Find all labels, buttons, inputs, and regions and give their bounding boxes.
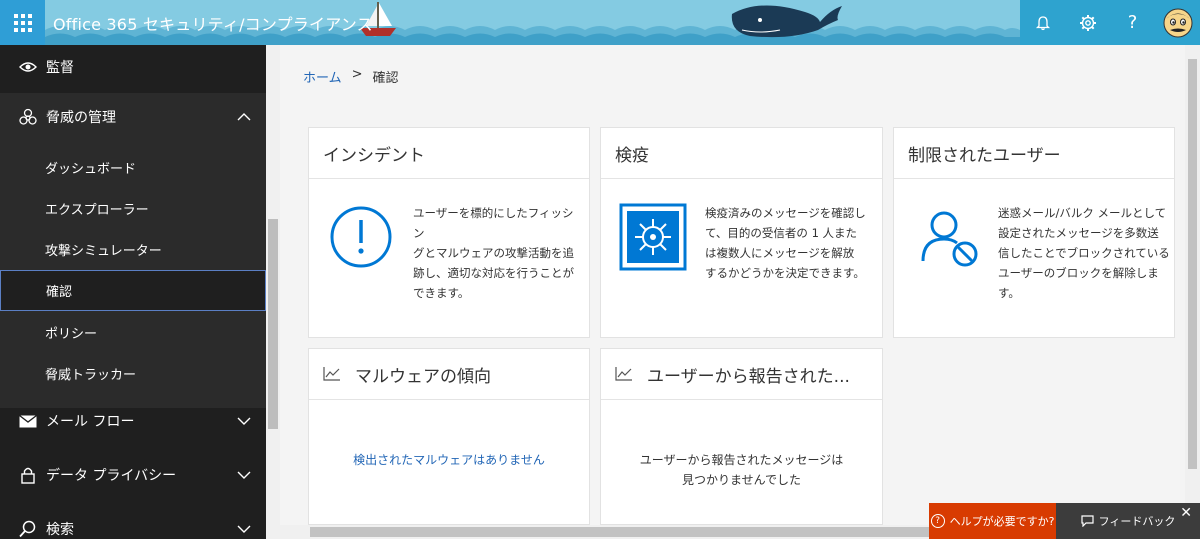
alert-circle-icon bbox=[330, 206, 392, 268]
chevron-up-icon bbox=[237, 113, 251, 121]
left-nav: 監督 脅威の管理 ダッシュボード エクスプローラー 攻撃シミュレーター 確認 ポ… bbox=[0, 45, 266, 539]
question-icon: ? bbox=[1127, 12, 1138, 33]
nav-item-label: データ プライバシー bbox=[46, 468, 177, 484]
empty-state-message[interactable]: 検出されたマルウェアはありません bbox=[309, 450, 589, 470]
text-line: 検疫済みのメッセージを確認し bbox=[705, 206, 866, 220]
nav-subitem-attack-simulator[interactable]: 攻撃シミュレーター bbox=[0, 229, 266, 269]
feedback-label: フィードバック bbox=[1098, 515, 1176, 528]
sidebar-scroll-thumb[interactable] bbox=[268, 219, 278, 429]
nav-item-mail-flow[interactable]: メール フロー bbox=[0, 397, 266, 445]
nav-item-label: メール フロー bbox=[46, 414, 135, 430]
horizontal-scroll-thumb[interactable] bbox=[310, 527, 990, 537]
nav-subitem-explorer[interactable]: エクスプローラー bbox=[0, 188, 266, 228]
nav-item-label: 監督 bbox=[46, 60, 74, 76]
help-circle-icon: ? bbox=[930, 514, 945, 528]
text-line: ユーザーを標的にしたフィッシン bbox=[413, 206, 574, 240]
user-blocked-icon bbox=[921, 211, 978, 267]
text-line: ユーザーのブロックを解除しま bbox=[998, 266, 1159, 280]
text-line: ユーザーから報告されたメッセージは bbox=[639, 453, 844, 467]
text-line: 信したことでブロックされている bbox=[998, 246, 1170, 260]
text-line: できます。 bbox=[413, 286, 470, 300]
user-reported-card[interactable]: ユーザーから報告された... ユーザーから報告されたメッセージは 見つかりません… bbox=[600, 348, 883, 525]
nav-item-threat-management[interactable]: 脅威の管理 bbox=[0, 93, 266, 141]
waffle-icon bbox=[13, 13, 32, 32]
card-description: 検疫済みのメッセージを確認し て、目的の受信者の 1 人また は複数人にメッセー… bbox=[705, 203, 877, 283]
nav-item-supervision[interactable]: 監督 bbox=[0, 45, 266, 89]
text-line: 迷惑メール/バルク メールとして bbox=[998, 206, 1167, 220]
card-title: マルウェアの傾向 bbox=[355, 366, 491, 387]
main-scroll-thumb[interactable] bbox=[1188, 59, 1197, 469]
card-title: 検疫 bbox=[601, 128, 882, 179]
text-line: 見つかりませんでした bbox=[681, 473, 802, 487]
eye-icon bbox=[18, 57, 38, 77]
trend-chart-icon bbox=[323, 367, 340, 381]
user-avatar-button[interactable] bbox=[1155, 0, 1200, 45]
trend-chart-icon bbox=[615, 367, 632, 381]
card-description: 迷惑メール/バルク メールとして 設定されたメッセージを多数送 信したことでブロ… bbox=[998, 203, 1170, 303]
nav-subitem-dashboard[interactable]: ダッシュボード bbox=[0, 147, 266, 187]
card-title: ユーザーから報告された... bbox=[647, 366, 850, 387]
nav-subitem-label: ポリシー bbox=[45, 326, 98, 342]
nav-subitem-label: エクスプローラー bbox=[45, 202, 149, 218]
lock-icon bbox=[18, 465, 38, 485]
mail-icon bbox=[18, 411, 38, 431]
notifications-button[interactable] bbox=[1020, 0, 1065, 45]
breadcrumb-current: 確認 bbox=[372, 71, 399, 86]
vault-icon bbox=[619, 203, 687, 271]
gear-icon bbox=[1079, 14, 1096, 31]
text-line: 跡し、適切な対応を行うことが bbox=[413, 266, 574, 280]
quarantine-card[interactable]: 検疫 検疫済みのメッセージを確認し て、目的の受信者の 1 人また は複数人にメ… bbox=[600, 127, 883, 338]
nav-item-search[interactable]: 検索 bbox=[0, 505, 266, 539]
nav-subitem-label: 攻撃シミュレーター bbox=[45, 243, 162, 259]
help-needed-button[interactable]: ? ヘルプが必要ですか? bbox=[929, 503, 1056, 539]
nav-subitem-label: ダッシュボード bbox=[45, 161, 137, 177]
text-line: す。 bbox=[998, 286, 1020, 300]
main-vertical-scrollbar[interactable] bbox=[1185, 45, 1200, 525]
text-line: グとマルウェアの攻撃活動を追 bbox=[413, 246, 574, 260]
biohazard-icon bbox=[18, 107, 38, 127]
empty-state-message: ユーザーから報告されたメッセージは 見つかりませんでした bbox=[601, 450, 882, 490]
bell-icon bbox=[1035, 15, 1050, 30]
incidents-card[interactable]: インシデント ユーザーを標的にしたフィッシン グとマルウェアの攻撃活動を追 跡し… bbox=[308, 127, 590, 338]
restricted-users-card[interactable]: 制限されたユーザー 迷惑メール/バルク メールとして 設定されたメッセージを多数… bbox=[893, 127, 1175, 338]
settings-button[interactable] bbox=[1065, 0, 1110, 45]
text-line: するかどうかを決定できます。 bbox=[705, 266, 865, 280]
header-actions: ? bbox=[1020, 0, 1200, 45]
card-title: 制限されたユーザー bbox=[894, 128, 1174, 179]
chevron-down-icon bbox=[237, 525, 251, 533]
close-icon[interactable]: ✕ bbox=[1180, 505, 1192, 521]
breadcrumb-home-link[interactable]: ホーム bbox=[303, 67, 342, 86]
chevron-down-icon bbox=[237, 471, 251, 479]
feedback-button[interactable]: フィードバック ✕ bbox=[1056, 503, 1200, 539]
nav-subitem-label: 確認 bbox=[46, 285, 73, 300]
app-title[interactable]: Office 365 セキュリティ/コンプライアンス bbox=[53, 11, 373, 35]
nav-subitem-policy[interactable]: ポリシー bbox=[0, 312, 266, 352]
card-header: マルウェアの傾向 bbox=[309, 349, 589, 400]
nav-subitem-label: 脅威トラッカー bbox=[45, 367, 137, 383]
top-bar: Office 365 セキュリティ/コンプライアンス ? bbox=[0, 0, 1200, 45]
search-icon bbox=[18, 519, 38, 539]
breadcrumb-separator: > bbox=[351, 67, 363, 82]
text-line: 設定されたメッセージを多数送 bbox=[998, 226, 1159, 240]
help-menu-button[interactable]: ? bbox=[1110, 0, 1155, 45]
text-line: て、目的の受信者の 1 人また bbox=[705, 226, 858, 240]
nav-item-label: 脅威の管理 bbox=[46, 110, 116, 126]
malware-trend-card[interactable]: マルウェアの傾向 検出されたマルウェアはありません bbox=[308, 348, 590, 525]
main-content: ホーム > 確認 インシデント ユーザーを標的にしたフィッシン グとマルウェアの… bbox=[280, 45, 1185, 525]
text-line: は複数人にメッセージを解放 bbox=[705, 246, 855, 260]
card-description: ユーザーを標的にしたフィッシン グとマルウェアの攻撃活動を追 跡し、適切な対応を… bbox=[413, 203, 583, 303]
nav-subitem-threat-tracker[interactable]: 脅威トラッカー bbox=[0, 353, 266, 393]
chevron-down-icon bbox=[237, 417, 251, 425]
speech-bubble-icon bbox=[1081, 515, 1094, 527]
nav-item-label: 検索 bbox=[46, 522, 74, 538]
nav-item-data-privacy[interactable]: データ プライバシー bbox=[0, 451, 266, 499]
nav-subitem-review[interactable]: 確認 bbox=[0, 270, 266, 311]
app-launcher-button[interactable] bbox=[0, 0, 45, 45]
avatar-icon bbox=[1163, 8, 1192, 37]
sidebar-scrollbar[interactable] bbox=[266, 45, 280, 539]
card-title: インシデント bbox=[309, 128, 589, 179]
breadcrumb: ホーム > 確認 bbox=[303, 67, 399, 86]
card-header: ユーザーから報告された... bbox=[601, 349, 882, 400]
help-label: ヘルプが必要ですか? bbox=[949, 515, 1055, 528]
